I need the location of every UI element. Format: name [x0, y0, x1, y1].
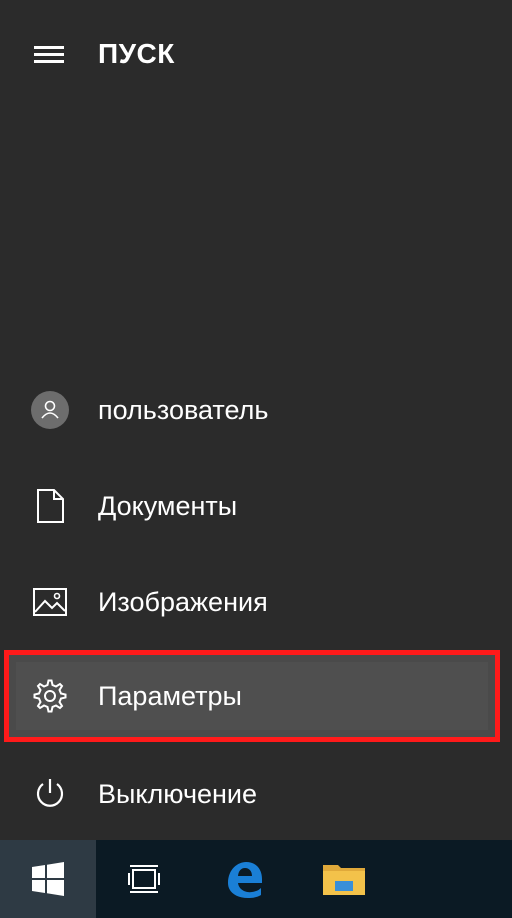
windows-logo-icon	[32, 862, 64, 896]
picture-icon	[30, 582, 70, 622]
start-menu-item-documents[interactable]: Документы	[0, 460, 512, 552]
start-menu-item-pictures[interactable]: Изображения	[0, 556, 512, 648]
file-explorer-button[interactable]	[296, 840, 392, 918]
start-menu-item-label: Изображения	[98, 587, 268, 617]
task-view-button[interactable]	[96, 840, 192, 918]
start-menu-item-label: Выключение	[98, 779, 258, 809]
start-button[interactable]	[0, 840, 96, 918]
taskbar	[0, 840, 512, 918]
task-view-icon	[128, 865, 160, 893]
start-menu-item-label: пользователь	[98, 395, 269, 425]
start-menu-item-label: Параметры	[98, 681, 242, 711]
start-menu-item-settings[interactable]: Параметры	[0, 650, 512, 742]
start-menu-header: ПУСК	[0, 0, 512, 110]
hamburger-menu-icon[interactable]	[32, 40, 68, 70]
document-icon	[30, 486, 70, 526]
power-icon	[30, 774, 70, 814]
start-menu-item-user[interactable]: пользователь	[0, 364, 512, 456]
start-menu: ПУСК пользователь Документы Изображения …	[0, 0, 512, 840]
start-menu-item-label: Документы	[98, 491, 238, 521]
edge-browser-icon	[228, 862, 262, 898]
start-menu-title: ПУСК	[98, 38, 175, 69]
user-avatar-icon	[30, 390, 70, 430]
start-menu-item-power[interactable]: Выключение	[0, 748, 512, 840]
edge-browser-button[interactable]	[196, 840, 292, 918]
gear-icon	[30, 676, 70, 716]
file-explorer-icon	[323, 865, 365, 895]
